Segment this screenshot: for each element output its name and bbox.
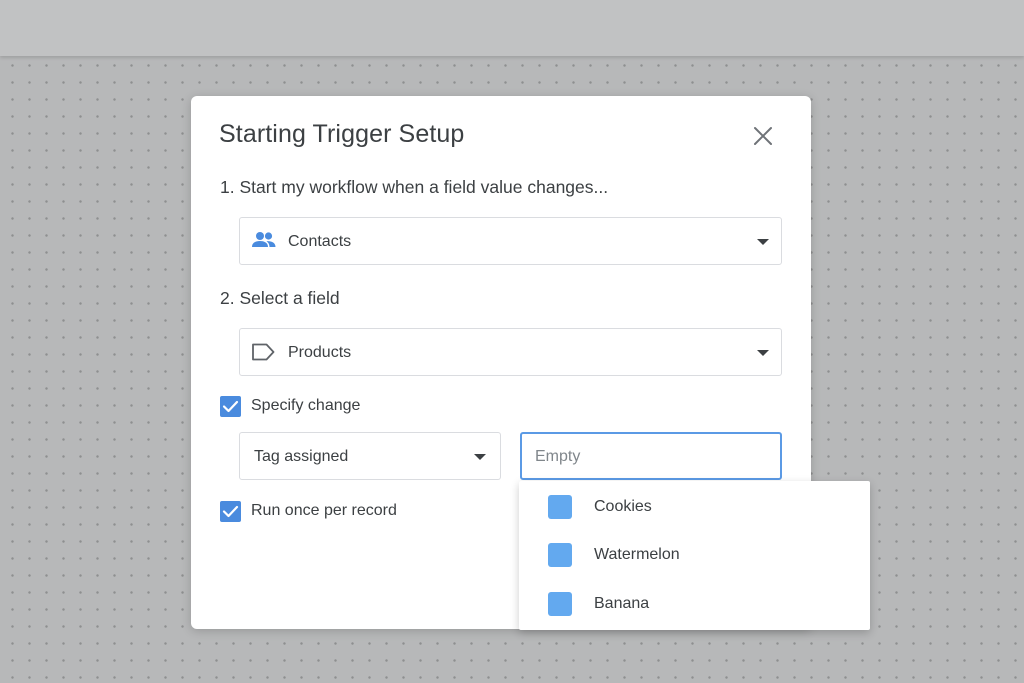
option-watermelon[interactable]: Watermelon [519, 531, 870, 579]
tag-outline-icon [250, 341, 278, 363]
option-label: Watermelon [594, 546, 680, 563]
people-icon [250, 230, 278, 252]
object-select[interactable]: Contacts [239, 217, 782, 265]
tag-color-swatch [548, 543, 572, 567]
checkbox-checked-icon [220, 396, 241, 417]
change-type-select[interactable]: Tag assigned [239, 432, 501, 480]
close-icon [754, 127, 772, 145]
run-once-label: Run once per record [251, 502, 397, 519]
step-2-label: 2. Select a field [220, 288, 340, 308]
tag-color-swatch [548, 495, 572, 519]
top-bar [0, 0, 1024, 56]
checkbox-checked-icon [220, 501, 241, 522]
chevron-down-icon [757, 350, 769, 356]
tag-value-field[interactable] [520, 432, 782, 480]
tag-color-swatch [548, 592, 572, 616]
option-banana[interactable]: Banana [519, 580, 870, 628]
chevron-down-icon [474, 454, 486, 460]
specify-change-label: Specify change [251, 397, 361, 414]
chevron-down-icon [757, 239, 769, 245]
change-type-value: Tag assigned [254, 448, 349, 465]
option-cookies[interactable]: Cookies [519, 483, 870, 531]
step-1-label: 1. Start my workflow when a field value … [220, 177, 609, 197]
tag-value-input[interactable] [535, 446, 765, 468]
field-select-value: Products [288, 344, 352, 361]
field-select[interactable]: Products [239, 328, 782, 376]
option-label: Banana [594, 595, 650, 612]
option-label: Cookies [594, 498, 652, 515]
tag-options-dropdown: Cookies Watermelon Banana [519, 481, 870, 630]
close-button[interactable] [751, 124, 775, 148]
object-select-value: Contacts [288, 233, 352, 250]
dialog-title: Starting Trigger Setup [219, 120, 465, 148]
